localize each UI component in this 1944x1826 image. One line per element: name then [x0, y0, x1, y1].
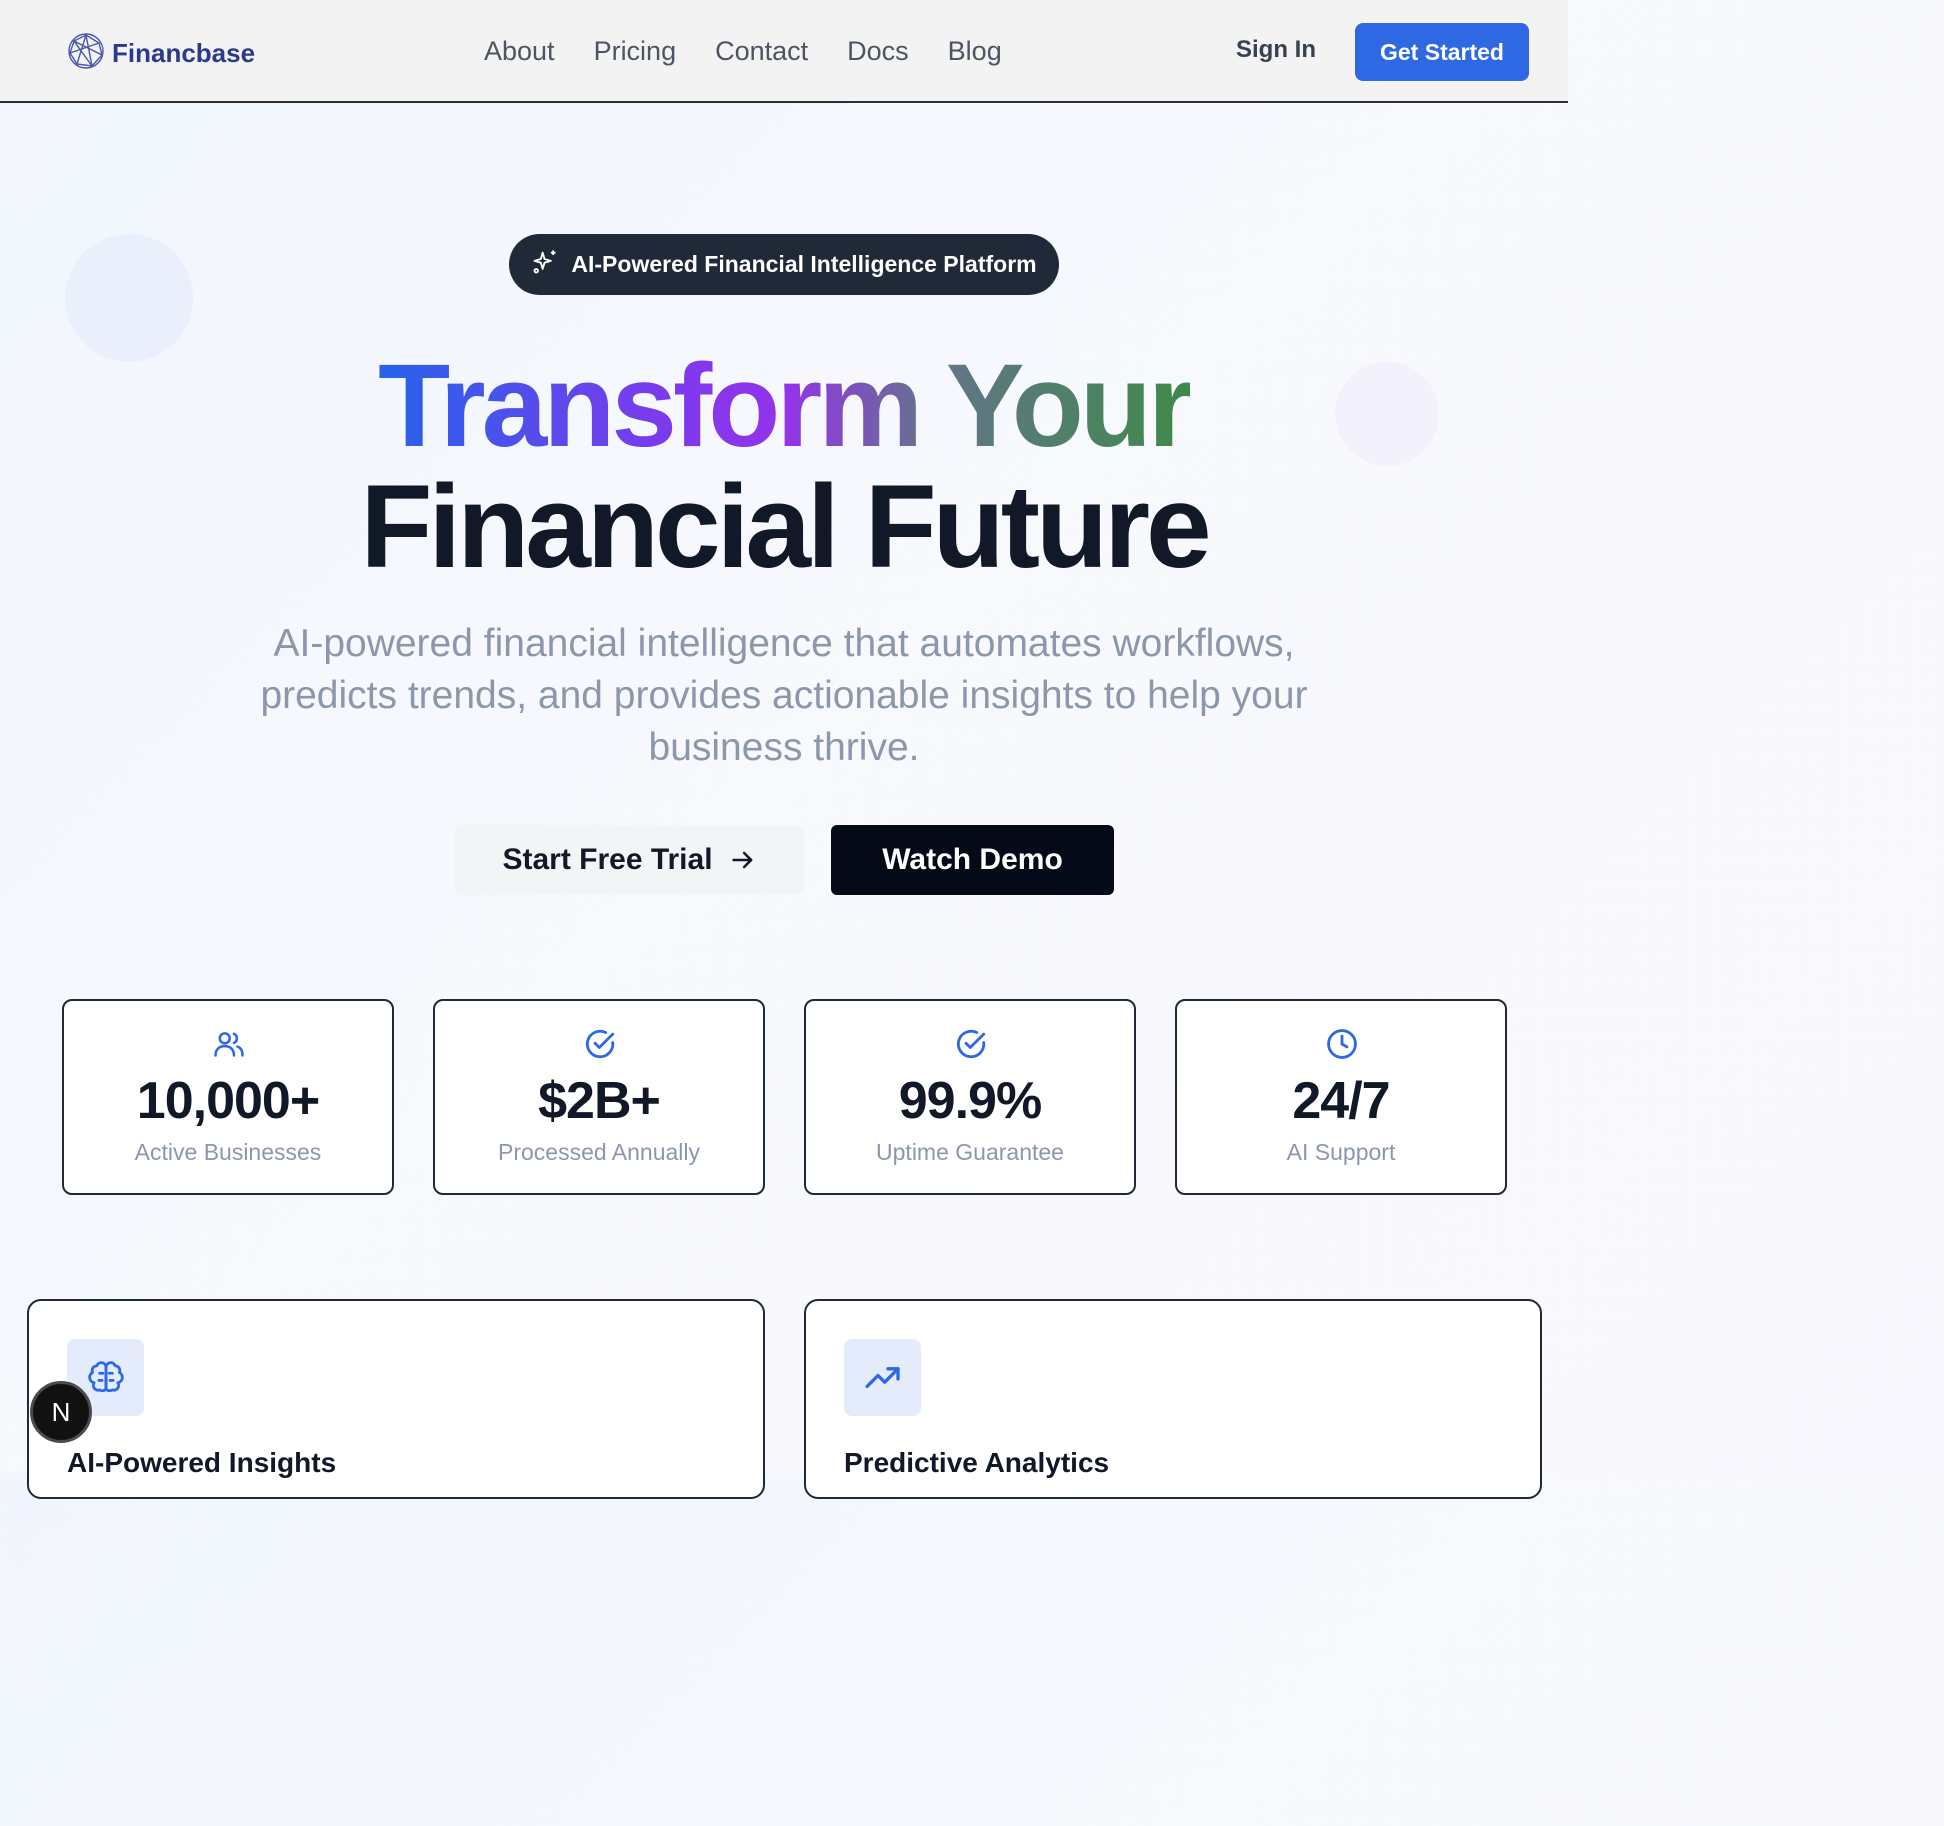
feature-icon-box	[844, 1339, 921, 1416]
hero-headline-line-1: Transform Your	[378, 340, 1194, 472]
stat-card: 24/7 AI Support	[1175, 999, 1507, 1195]
hero-subtitle: AI-powered financial intelligence that a…	[260, 622, 1308, 769]
check-circle-icon	[954, 1027, 988, 1066]
stat-value: 99.9%	[898, 1072, 1042, 1130]
brain-icon	[87, 1359, 125, 1397]
trending-up-icon	[863, 1358, 903, 1398]
watch-demo-button[interactable]: Watch Demo	[831, 825, 1114, 895]
brand-name: Financbase	[112, 38, 256, 68]
nav-link-contact[interactable]: Contact	[715, 34, 808, 68]
stat-card: 99.9% Uptime Guarantee	[804, 999, 1136, 1195]
stat-label: AI Support	[1286, 1139, 1396, 1165]
hero-badge-text: AI-Powered Financial Intelligence Platfo…	[571, 251, 1037, 277]
users-icon	[212, 1027, 246, 1066]
arrow-right-icon	[729, 846, 757, 874]
check-circle-icon	[583, 1027, 617, 1066]
feature-title: Predictive Analytics	[844, 1447, 1110, 1478]
clock-icon	[1325, 1027, 1359, 1066]
sparkles-icon	[531, 248, 559, 281]
stat-value: 10,000+	[136, 1072, 320, 1130]
stat-value: 24/7	[1292, 1072, 1390, 1130]
stat-label: Processed Annually	[497, 1139, 700, 1165]
stat-value: $2B+	[538, 1072, 661, 1130]
feature-card: AI-Powered Insights	[27, 1299, 765, 1499]
floating-n-badge-button[interactable]: N	[30, 1381, 92, 1443]
hero-headline-line-2: Financial Future	[360, 461, 1211, 593]
sign-in-link[interactable]: Sign In	[1236, 36, 1316, 64]
hero-badge: AI-Powered Financial Intelligence Platfo…	[509, 234, 1059, 295]
start-free-trial-button[interactable]: Start Free Trial	[455, 825, 804, 895]
stat-card: 10,000+ Active Businesses	[62, 999, 394, 1195]
nav-link-about[interactable]: About	[484, 34, 555, 68]
stat-label: Uptime Guarantee	[876, 1139, 1064, 1165]
network-globe-icon	[66, 31, 106, 76]
top-navbar: Financbase About Pricing Contact Docs Bl…	[0, 0, 1568, 103]
feature-card: Predictive Analytics	[804, 1299, 1542, 1499]
nav-link-pricing[interactable]: Pricing	[594, 34, 677, 68]
nav-link-docs[interactable]: Docs	[847, 34, 909, 68]
feature-title: AI-Powered Insights	[67, 1447, 337, 1478]
start-free-trial-label: Start Free Trial	[502, 843, 713, 876]
get-started-button[interactable]: Get Started	[1355, 23, 1529, 81]
stat-label: Active Businesses	[134, 1139, 322, 1165]
brand-logo[interactable]: Financbase	[66, 31, 255, 76]
nav-link-blog[interactable]: Blog	[948, 34, 1002, 68]
stat-card: $2B+ Processed Annually	[433, 999, 765, 1195]
nav-links: About Pricing Contact Docs Blog	[484, 34, 1041, 68]
